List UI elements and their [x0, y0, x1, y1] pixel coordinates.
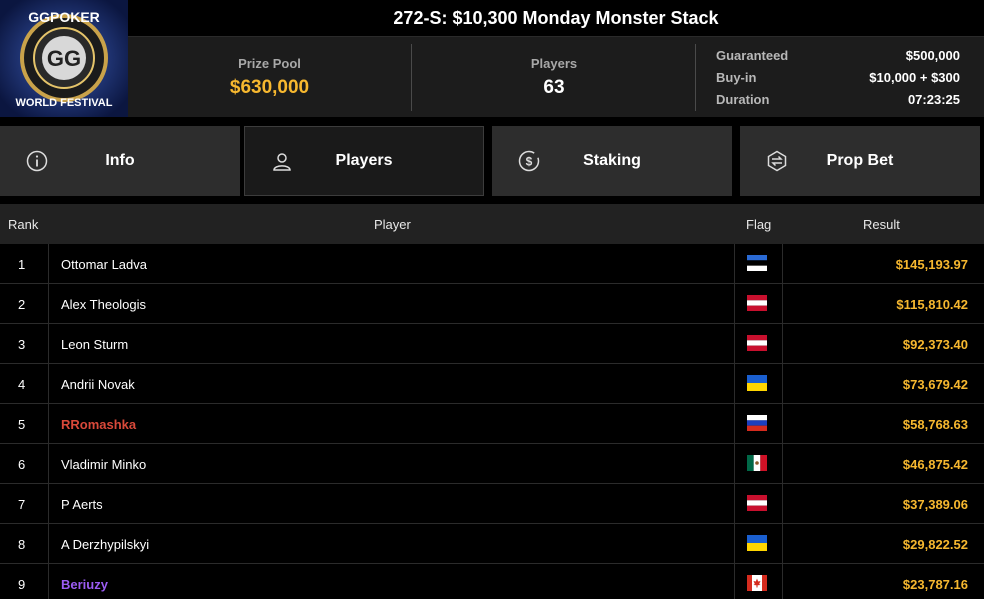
austria-flag-icon: [747, 335, 767, 351]
table-row[interactable]: 1 Ottomar Ladva $145,193.97: [0, 244, 984, 284]
player-name[interactable]: Alex Theologis: [61, 297, 146, 312]
table-row[interactable]: 8 A Derzhypilskyi $29,822.52: [0, 524, 984, 564]
tournament-details: Guaranteed $500,000 Buy-in $10,000 + $30…: [716, 44, 960, 110]
prop-bet-icon: [767, 150, 787, 172]
column-header-flag[interactable]: Flag: [746, 217, 771, 232]
players-stat: Players 63: [412, 42, 696, 112]
table-row[interactable]: 6 Vladimir Minko $46,875.42: [0, 444, 984, 484]
player-name[interactable]: Leon Sturm: [61, 337, 128, 352]
table-row[interactable]: 2 Alex Theologis $115,810.42: [0, 284, 984, 324]
logo-bottom-text: WORLD FESTIVAL: [16, 97, 113, 109]
rank-cell: 6: [18, 457, 26, 472]
rank-cell: 7: [18, 497, 26, 512]
detail-label: Duration: [716, 91, 770, 107]
result-cell: $92,373.40: [902, 337, 968, 352]
results-table-header: Rank Player Flag Result: [0, 204, 984, 244]
player-name[interactable]: A Derzhypilskyi: [61, 537, 149, 552]
player-name[interactable]: Beriuzy: [61, 577, 108, 592]
player-name[interactable]: RRomashka: [61, 417, 136, 432]
player-name[interactable]: Andrii Novak: [61, 377, 135, 392]
canada-flag-icon: [747, 575, 767, 591]
result-cell: $23,787.16: [902, 577, 968, 592]
detail-value: $10,000 + $300: [869, 69, 960, 85]
ukraine-flag-icon: [747, 375, 767, 391]
tab-staking[interactable]: $ Staking: [492, 126, 732, 196]
tab-prop-bet[interactable]: Prop Bet: [740, 126, 980, 196]
player-name[interactable]: Ottomar Ladva: [61, 257, 147, 272]
user-icon: [273, 153, 291, 171]
tab-players[interactable]: Players: [244, 126, 484, 196]
austria-flag-icon: [747, 495, 767, 511]
result-cell: $37,389.06: [902, 497, 968, 512]
rank-cell: 1: [18, 257, 26, 272]
russia-flag-icon: [747, 415, 767, 431]
players-label: Players: [530, 55, 578, 71]
dollar-coin-icon: $: [518, 150, 540, 172]
result-cell: $58,768.63: [902, 417, 968, 432]
table-row[interactable]: 5 RRomashka $58,768.63: [0, 404, 984, 444]
results-table-body: 1 Ottomar Ladva $145,193.97 2 Alex Theol…: [0, 244, 984, 599]
divider: [695, 44, 696, 111]
prize-pool-label: Prize Pool: [238, 55, 301, 71]
detail-value: $500,000: [905, 47, 960, 63]
column-header-result[interactable]: Result: [863, 217, 900, 232]
table-row[interactable]: 3 Leon Sturm $92,373.40: [0, 324, 984, 364]
mexico-flag-icon: [747, 455, 767, 471]
player-name[interactable]: Vladimir Minko: [61, 457, 146, 472]
detail-label: Buy-in: [716, 69, 757, 85]
tournament-title: 272-S: $10,300 Monday Monster Stack: [128, 0, 984, 37]
result-cell: $73,679.42: [902, 377, 968, 392]
info-icon: [26, 150, 48, 172]
estonia-flag-icon: [747, 255, 767, 271]
svg-text:$: $: [526, 155, 533, 169]
table-row[interactable]: 9 Beriuzy $23,787.16: [0, 564, 984, 599]
result-cell: $115,810.42: [896, 297, 968, 312]
rank-cell: 9: [18, 577, 26, 592]
detail-row-guaranteed: Guaranteed $500,000: [716, 44, 960, 66]
table-row[interactable]: 7 P Aerts $37,389.06: [0, 484, 984, 524]
detail-row-buyin: Buy-in $10,000 + $300: [716, 66, 960, 88]
detail-value: 07:23:25: [907, 91, 960, 107]
prize-pool-value: $630,000: [229, 76, 310, 98]
rank-cell: 2: [18, 297, 26, 312]
result-cell: $29,822.52: [902, 537, 968, 552]
players-count: 63: [543, 76, 565, 98]
prize-pool-stat: Prize Pool $630,000: [128, 42, 411, 112]
tab-info[interactable]: Info: [0, 126, 240, 196]
result-cell: $145,193.97: [895, 257, 968, 272]
result-cell: $46,875.42: [902, 457, 968, 472]
column-header-rank[interactable]: Rank: [8, 217, 38, 232]
column-header-player[interactable]: Player: [374, 217, 411, 232]
detail-row-duration: Duration 07:23:25: [716, 88, 960, 110]
rank-cell: 5: [18, 417, 26, 432]
tournament-header: 272-S: $10,300 Monday Monster Stack Priz…: [128, 0, 984, 117]
logo-mark: GG: [47, 46, 81, 71]
table-row[interactable]: 4 Andrii Novak $73,679.42: [0, 364, 984, 404]
austria-flag-icon: [747, 295, 767, 311]
rank-cell: 4: [18, 377, 26, 392]
ggpoker-world-festival-logo: GG GGPOKER WORLD FESTIVAL: [0, 0, 128, 117]
detail-label: Guaranteed: [716, 47, 789, 63]
rank-cell: 8: [18, 537, 26, 552]
ukraine-flag-icon: [747, 535, 767, 551]
logo-top-text: GGPOKER: [28, 9, 100, 25]
rank-cell: 3: [18, 337, 26, 352]
player-name[interactable]: P Aerts: [61, 497, 103, 512]
